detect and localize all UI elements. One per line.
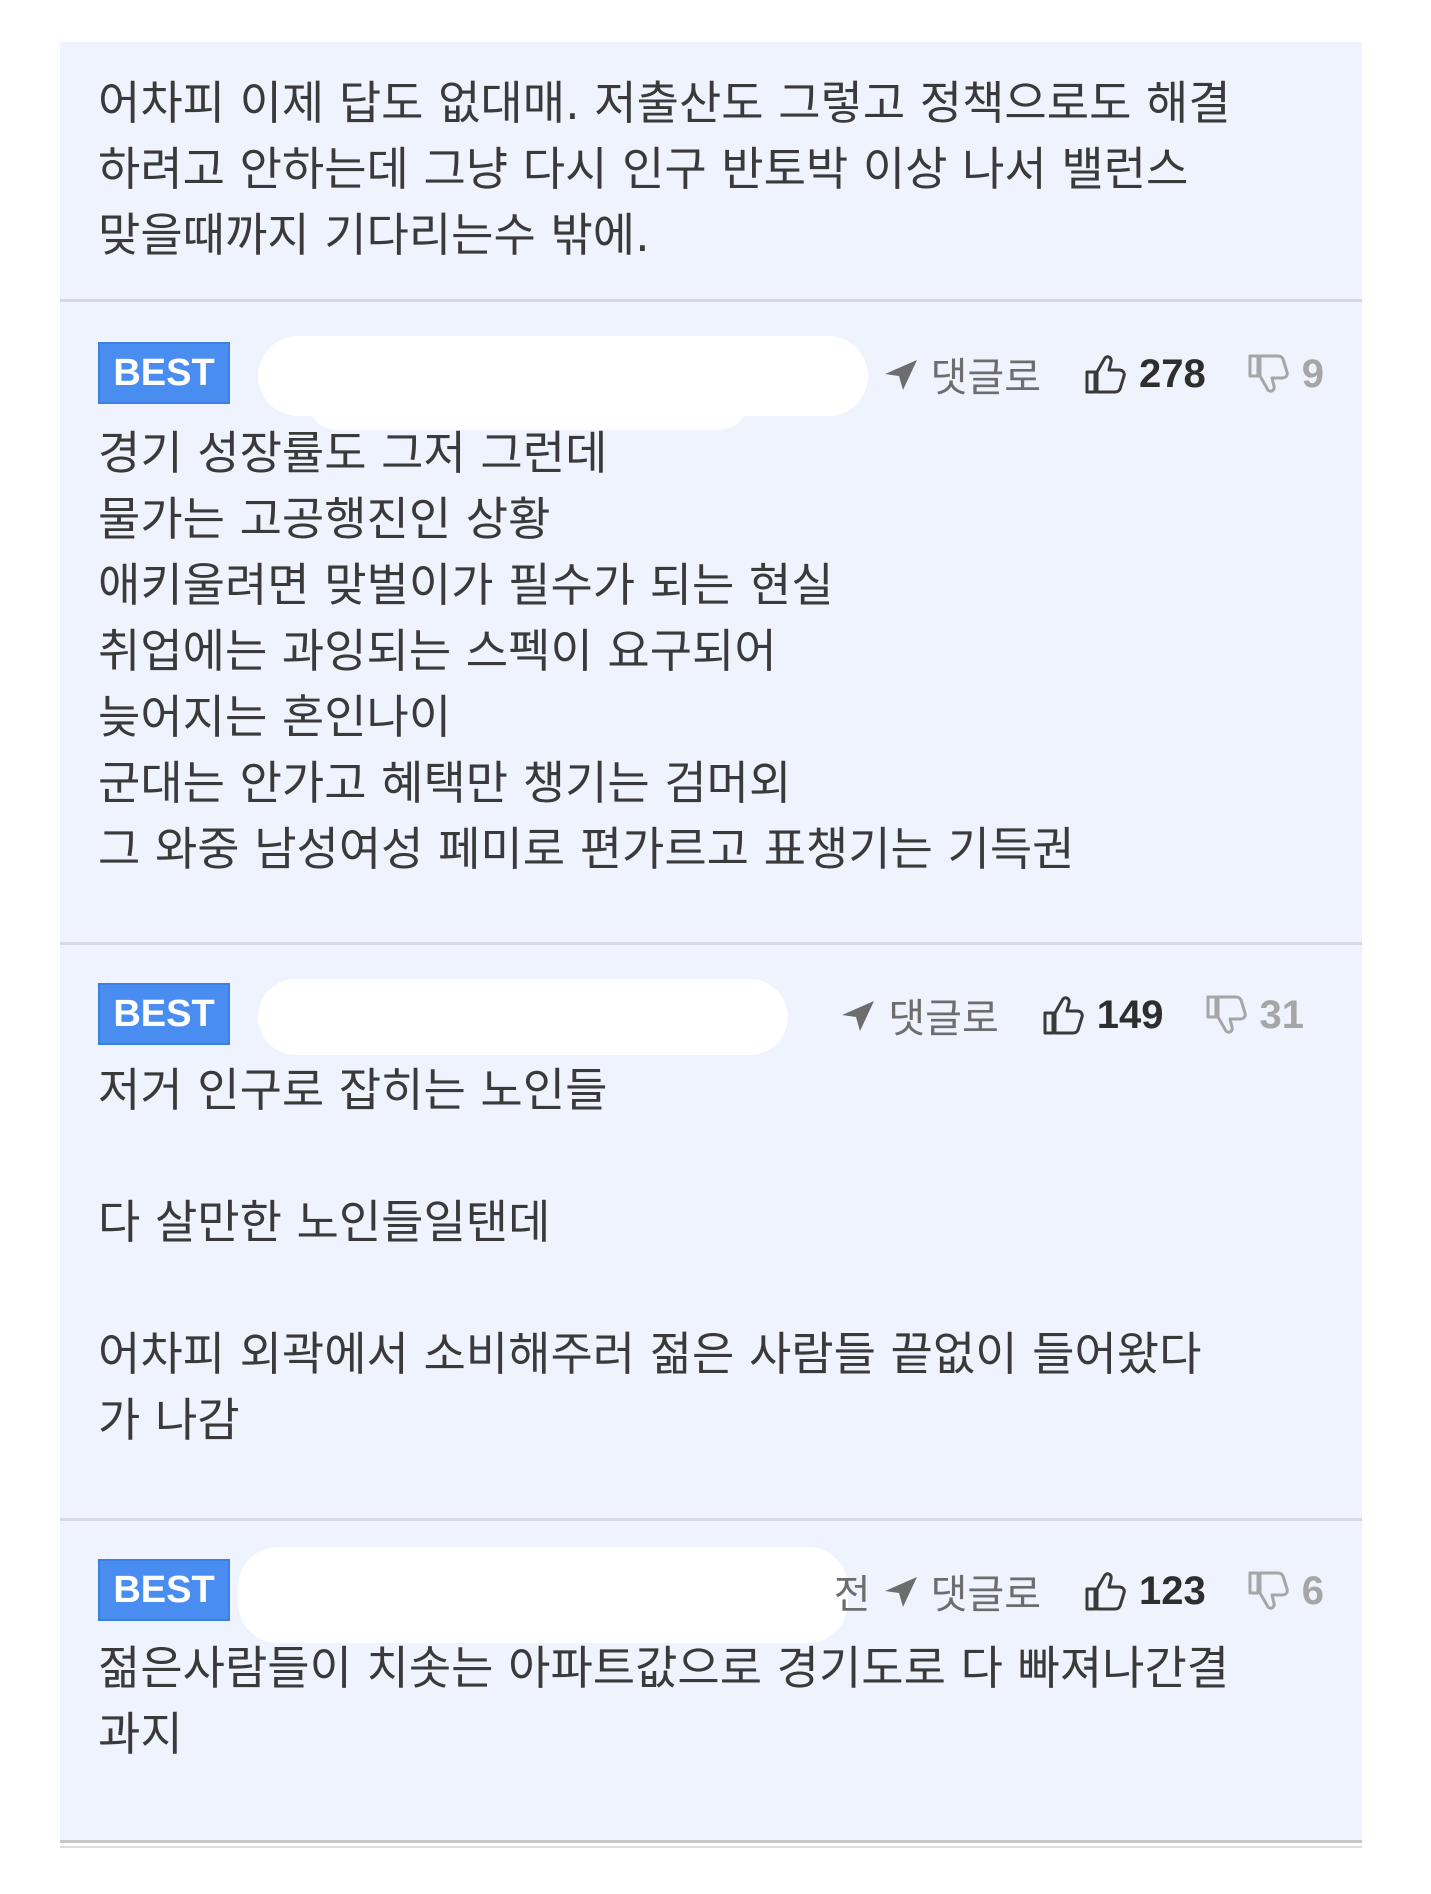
dislike-count: 6 [1301, 1568, 1324, 1613]
best-badge: BEST [98, 1559, 230, 1621]
timestamp-fragment: 전 [833, 1572, 871, 1618]
reply-button[interactable]: 댓글로 [888, 986, 998, 1044]
dislike-count: 9 [1301, 351, 1324, 396]
comment-actions: 댓글로 278 9 [881, 342, 1324, 406]
comment-item: BEST 댓글로 149 31 저거 인구로 잡히는 노인들 다 살만한 노인들… [60, 945, 1362, 1521]
reply-arrow-icon[interactable] [881, 354, 921, 394]
comment-body: 젊은사람들이 치솟는 아파트값으로 경기도로 다 빠져나간결 과지 [98, 1641, 1230, 1761]
comment-actions: 전 댓글로 123 6 [834, 1559, 1324, 1623]
divider [60, 1846, 1362, 1848]
comment-item: BEST 전 댓글로 123 6 젊은사람들이 치솟는 아파트값으로 경기도로 … [60, 1521, 1362, 1842]
redacted-author [258, 979, 788, 1055]
comment-body: 경기 성장률도 그저 그런데 물가는 고공행진인 상황 애키울려면 맞벌이가 필… [98, 426, 1075, 876]
thumbs-up-icon[interactable] [1083, 1569, 1127, 1613]
comment-body: 저거 인구로 잡히는 노인들 다 살만한 노인들일탠데 어차피 외곽에서 소비해… [98, 1063, 1202, 1447]
reply-button[interactable]: 댓글로 [931, 1562, 1041, 1620]
best-badge: BEST [98, 983, 230, 1045]
reply-button[interactable]: 댓글로 [931, 345, 1041, 403]
like-count: 149 [1096, 992, 1164, 1037]
divider [60, 1840, 1362, 1843]
thumbs-up-icon[interactable] [1083, 352, 1127, 396]
comment-actions: 댓글로 149 31 [838, 983, 1304, 1047]
comment-top: 어차피 이제 답도 없대매. 저출산도 그렇고 정책으로도 해결 하려고 안하는… [60, 42, 1362, 302]
thumbs-up-icon[interactable] [1041, 993, 1085, 1037]
reply-arrow-icon[interactable] [838, 995, 878, 1035]
comment-body: 어차피 이제 답도 없대매. 저출산도 그렇고 정책으로도 해결 하려고 안하는… [98, 76, 1231, 262]
dislike-count: 31 [1259, 992, 1305, 1037]
comment-list: 어차피 이제 답도 없대매. 저출산도 그렇고 정책으로도 해결 하려고 안하는… [60, 42, 1362, 1842]
comment-header: BEST 댓글로 278 9 [98, 336, 1324, 430]
comment-header: BEST 댓글로 149 31 [98, 979, 1324, 1055]
like-count: 123 [1139, 1568, 1206, 1613]
like-count: 278 [1139, 351, 1206, 396]
best-badge: BEST [98, 342, 230, 404]
redacted-author [238, 1547, 848, 1643]
thumbs-down-icon[interactable] [1246, 1569, 1290, 1613]
reply-arrow-icon[interactable] [881, 1571, 921, 1611]
comment-header: BEST 전 댓글로 123 6 [98, 1547, 1324, 1643]
thumbs-down-icon[interactable] [1246, 352, 1290, 396]
comment-item: BEST 댓글로 278 9 경기 성장률도 그저 그런데 물가는 고공행진인 … [60, 302, 1362, 945]
thumbs-down-icon[interactable] [1204, 993, 1248, 1037]
